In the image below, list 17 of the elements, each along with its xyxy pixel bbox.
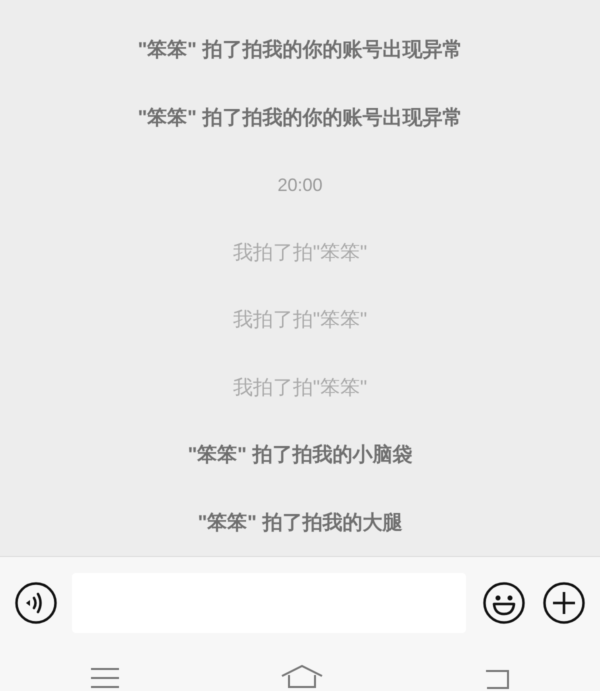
add-button[interactable] bbox=[543, 582, 585, 624]
system-message: "笨笨" 拍了拍我的大腿 bbox=[198, 510, 402, 536]
system-message: "笨笨" 拍了拍我的你的账号出现异常 bbox=[138, 38, 462, 63]
voice-button[interactable] bbox=[15, 582, 57, 624]
system-message: "笨笨" 拍了拍我的你的账号出现异常 bbox=[138, 106, 462, 130]
system-message: 我拍了拍"笨笨" bbox=[232, 376, 368, 400]
home-icon[interactable] bbox=[280, 665, 323, 689]
voice-icon bbox=[15, 582, 57, 624]
system-message: 我拍了拍"笨笨" bbox=[232, 308, 368, 333]
back-icon[interactable] bbox=[484, 667, 510, 689]
menu-icon[interactable] bbox=[90, 667, 120, 689]
timestamp: 20:00 bbox=[277, 174, 323, 197]
plus-icon bbox=[543, 582, 585, 624]
smiley-icon bbox=[483, 582, 525, 624]
emoji-button[interactable] bbox=[483, 582, 525, 624]
system-message: "笨笨" 拍了拍我的小脑袋 bbox=[188, 442, 412, 468]
system-message: 我拍了拍"笨笨" bbox=[232, 240, 368, 266]
